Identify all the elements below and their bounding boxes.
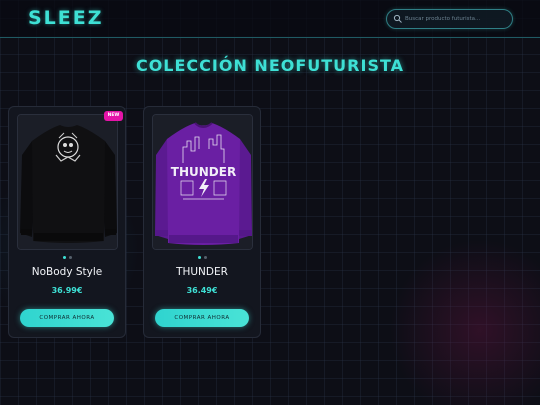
product-price: 36.99€	[51, 286, 83, 295]
product-name[interactable]: THUNDER	[144, 266, 260, 278]
product-image[interactable]	[17, 114, 118, 250]
product-card-thunder[interactable]: THUNDER THUNDER 36.49€ COMPRAR AHORA	[143, 106, 261, 338]
search-box[interactable]	[386, 9, 513, 29]
carousel-dot-active[interactable]	[197, 256, 201, 259]
brand-logo[interactable]: SLEEZ	[28, 7, 104, 29]
page-title: COLECCIÓN NEOFUTURISTA	[135, 56, 405, 75]
buy-now-button[interactable]: COMPRAR AHORA	[155, 309, 249, 327]
search-icon	[393, 14, 402, 23]
black-jacket-image	[18, 115, 117, 249]
carousel-dots[interactable]	[144, 256, 260, 259]
carousel-dot-active[interactable]	[62, 256, 66, 259]
carousel-dots[interactable]	[9, 256, 125, 259]
search-input[interactable]	[405, 12, 509, 26]
carousel-dot[interactable]	[68, 256, 72, 259]
buy-now-button[interactable]: COMPRAR AHORA	[20, 309, 114, 327]
product-price: 36.49€	[186, 286, 218, 295]
purple-jacket-image: THUNDER	[153, 115, 252, 249]
jacket-print-text: THUNDER	[171, 165, 236, 179]
product-image[interactable]: THUNDER	[152, 114, 253, 250]
new-badge: NEW	[104, 111, 123, 121]
product-card-nobody-style[interactable]: NEW NoBody Style 36.99€ COMPRAR AHORA	[8, 106, 126, 338]
carousel-dot[interactable]	[203, 256, 207, 259]
top-bar: SLEEZ	[0, 0, 540, 38]
product-name[interactable]: NoBody Style	[9, 266, 125, 278]
